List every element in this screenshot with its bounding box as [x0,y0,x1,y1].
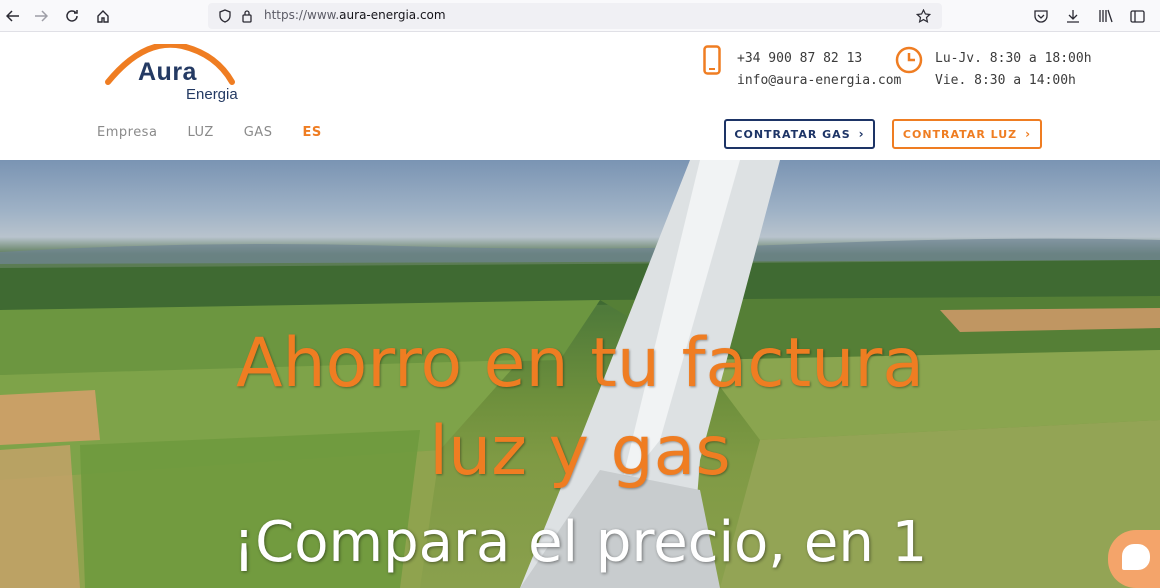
clock-icon [895,46,923,74]
nav-item-luz[interactable]: LUZ [187,125,213,140]
library-icon[interactable] [1095,5,1117,27]
contratar-gas-button[interactable]: CONTRATAR GAS › [724,119,875,149]
chat-icon [1122,544,1150,570]
contratar-luz-button[interactable]: CONTRATAR LUZ › [892,119,1042,149]
download-icon[interactable] [1062,5,1084,27]
contact-email[interactable]: info@aura-energia.com [737,73,901,88]
chevron-right-icon: › [858,127,865,141]
chevron-right-icon: › [1025,127,1032,141]
logo-text-energia: Energia [186,86,238,103]
browser-toolbar: https://www.aura-energia.com [0,0,1160,32]
lock-icon[interactable] [236,5,258,27]
pocket-icon[interactable] [1030,5,1052,27]
aura-energia-logo[interactable]: Aura Energia [104,44,254,104]
main-nav: Empresa LUZ GAS ES [97,125,322,140]
logo-text-aura: Aura [138,58,197,86]
hero-title-line1: Ahorro en tu factura [236,324,924,403]
contact-phone[interactable]: +34 900 87 82 13 [737,51,862,66]
sidebar-icon[interactable] [1126,5,1148,27]
site-header: Aura Energia +34 900 87 82 13 info@aura-… [0,32,1160,160]
nav-item-gas[interactable]: GAS [244,125,273,140]
nav-item-empresa[interactable]: Empresa [97,125,157,140]
url-bar[interactable]: https://www.aura-energia.com [208,3,942,29]
arrow-right-icon[interactable] [30,5,52,27]
hero-banner: Ahorro en tu factura luz y gas ¡Compara … [0,160,1160,588]
arrow-left-icon[interactable] [2,5,24,27]
shield-icon[interactable] [214,5,236,27]
phone-icon [703,45,721,75]
reload-icon[interactable] [61,5,83,27]
contratar-luz-label: CONTRATAR LUZ [902,127,1018,141]
star-icon[interactable] [912,5,934,27]
nav-item-language-es[interactable]: ES [302,125,321,140]
hero-subtitle: ¡Compara el precio, en 1 [232,510,928,575]
contratar-gas-label: CONTRATAR GAS [734,127,851,141]
chat-widget-button[interactable] [1108,530,1160,588]
hours-friday: Vie. 8:30 a 14:00h [935,73,1076,88]
home-icon[interactable] [92,5,114,27]
hours-weekdays: Lu-Jv. 8:30 a 18:00h [935,51,1092,66]
url-text: https://www.aura-energia.com [264,8,446,22]
hero-title-line2: luz y gas [429,412,731,491]
